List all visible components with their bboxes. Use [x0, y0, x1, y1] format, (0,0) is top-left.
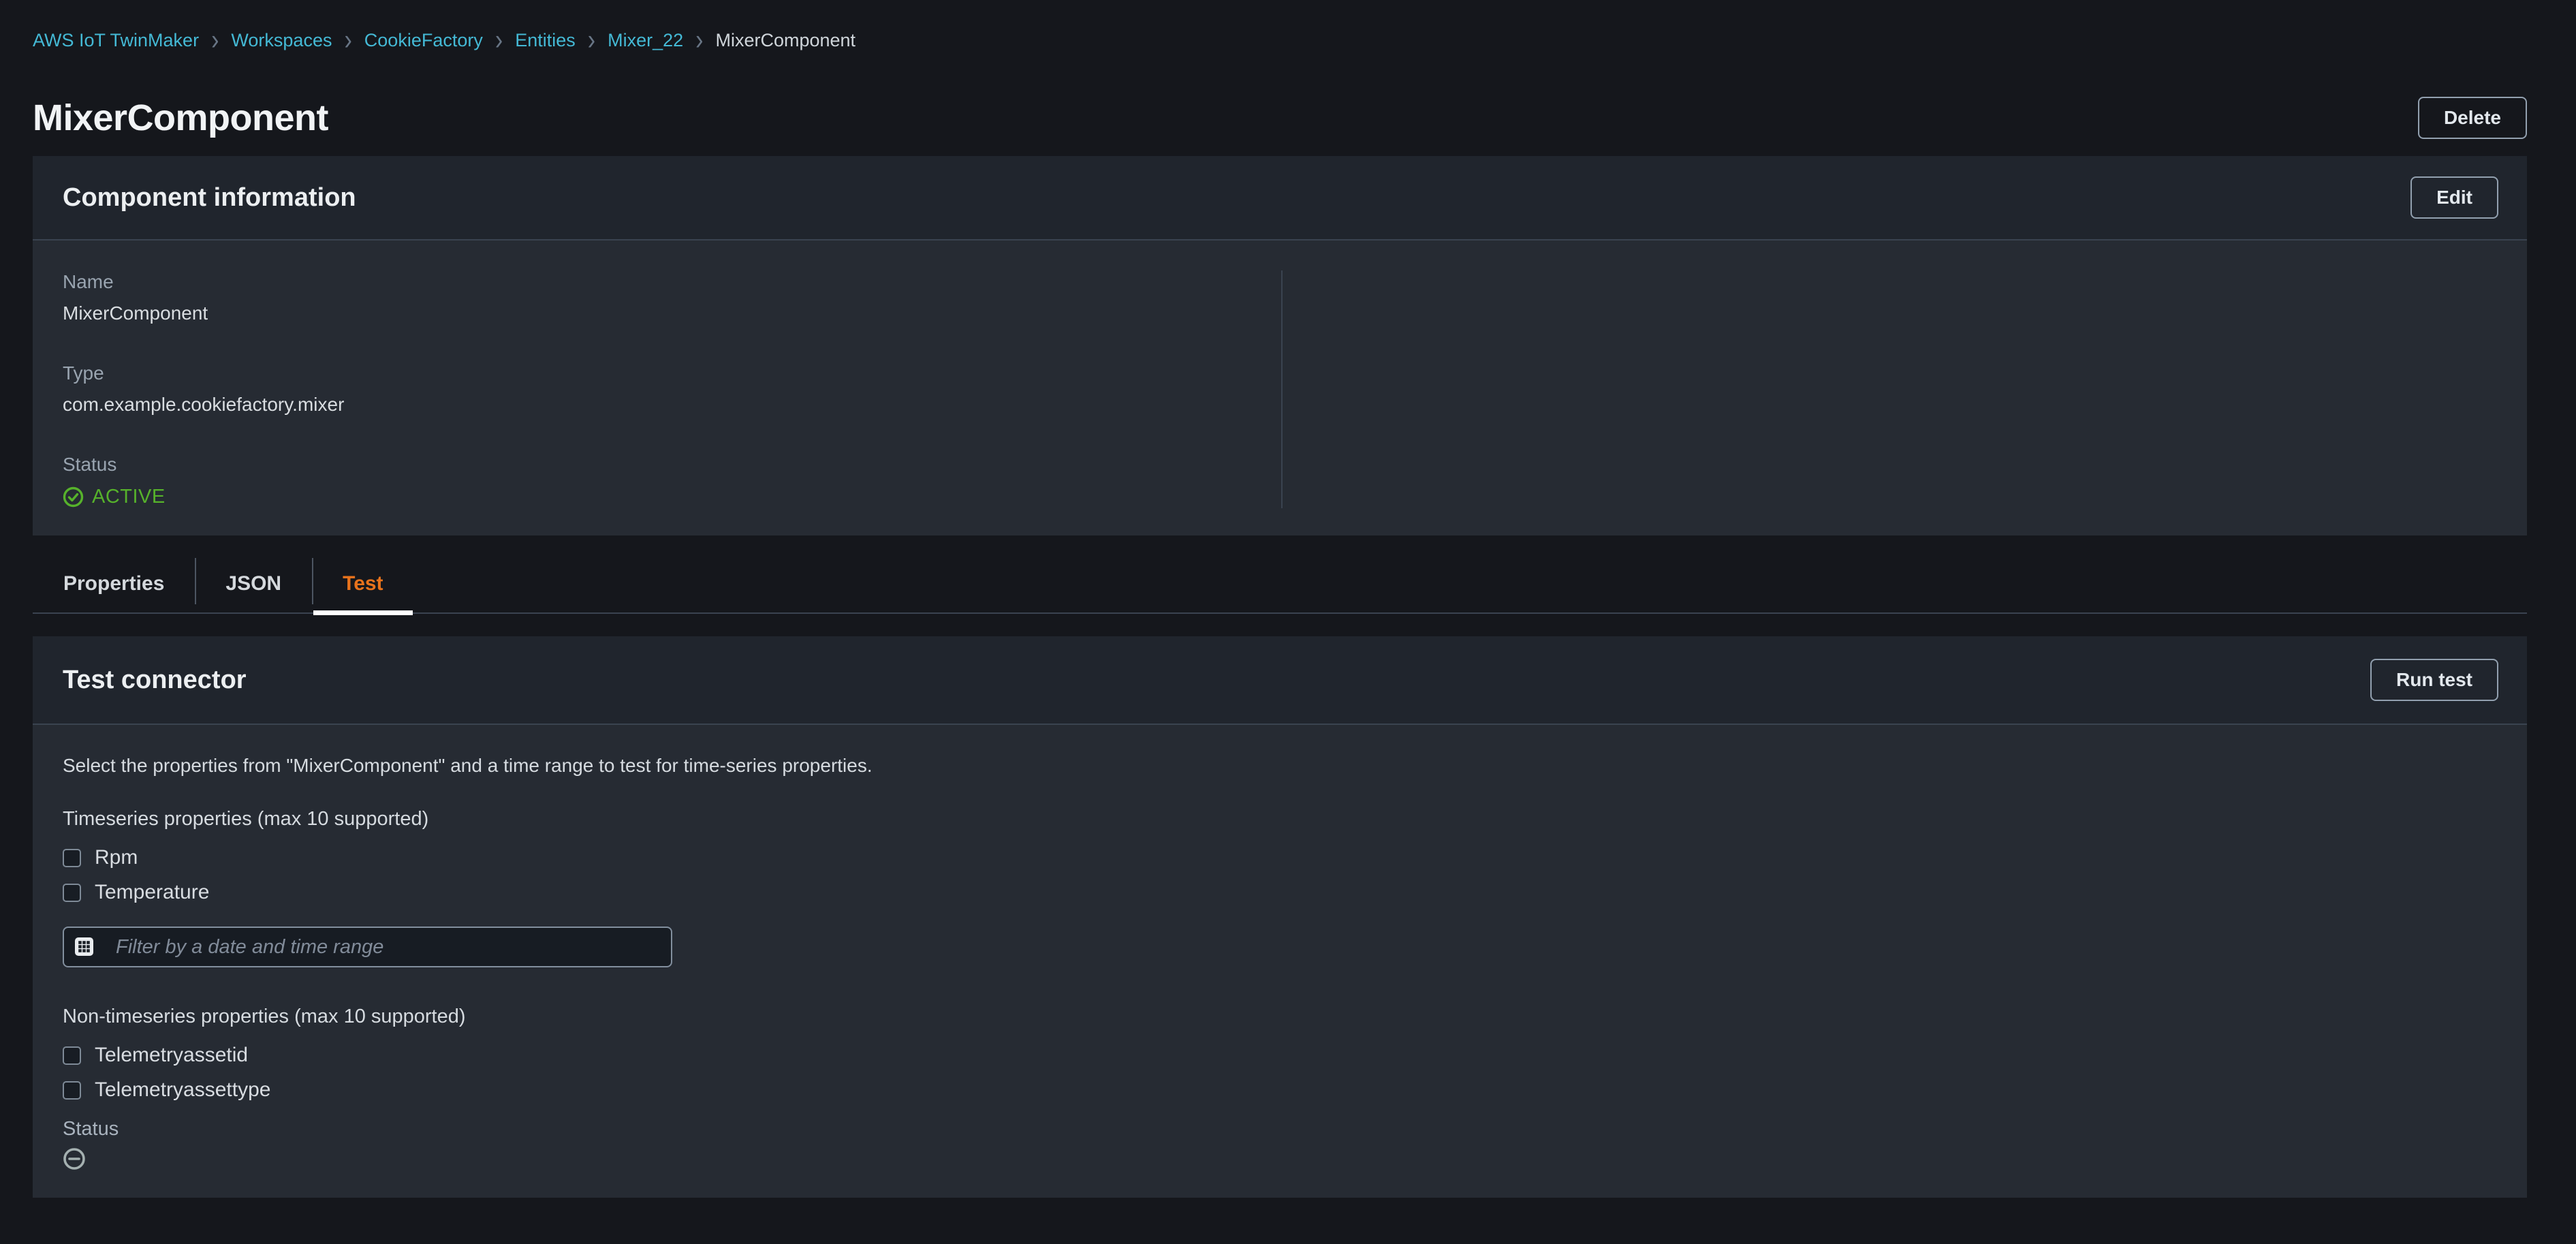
tab-json[interactable]: JSON [195, 555, 312, 612]
test-connector-description: Select the properties from "MixerCompone… [63, 755, 2497, 777]
breadcrumb-aws-iot-twinmaker[interactable]: AWS IoT TwinMaker [33, 30, 199, 51]
chevron-right-icon: › [695, 29, 703, 52]
chevron-right-icon: › [211, 29, 219, 52]
rpm-checkbox-label: Rpm [95, 846, 138, 869]
non-timeseries-properties-label: Non-timeseries properties (max 10 suppor… [63, 1006, 2497, 1027]
tab-test[interactable]: Test [312, 555, 413, 612]
component-information-panel: Component information Edit Name MixerCom… [33, 156, 2527, 535]
timeseries-properties-label: Timeseries properties (max 10 supported) [63, 808, 2497, 830]
test-connector-header: Test connector Run test [33, 636, 2527, 725]
breadcrumb-current: MixerComponent [715, 30, 855, 51]
temperature-checkbox[interactable] [63, 884, 81, 902]
check-circle-icon [63, 486, 84, 508]
minus-circle-icon [63, 1147, 2497, 1170]
name-field: Name MixerComponent [63, 270, 1281, 325]
checkbox-row-telemetryassettype: Telemetryassettype [63, 1078, 2497, 1102]
tabs-bar: Properties JSON Test [33, 555, 2527, 614]
type-field: Type com.example.cookiefactory.mixer [63, 362, 1281, 416]
component-information-body: Name MixerComponent Type com.example.coo… [33, 240, 2527, 535]
chevron-right-icon: › [495, 29, 503, 52]
checkbox-row-temperature: Temperature [63, 881, 2497, 904]
component-info-column: Name MixerComponent Type com.example.coo… [63, 270, 1281, 508]
delete-button[interactable]: Delete [2418, 97, 2527, 139]
type-value: com.example.cookiefactory.mixer [63, 393, 1281, 416]
tab-properties[interactable]: Properties [33, 555, 195, 612]
test-connector-heading: Test connector [63, 666, 247, 695]
telemetryassettype-checkbox[interactable] [63, 1081, 81, 1100]
run-test-button[interactable]: Run test [2370, 659, 2498, 701]
breadcrumb: AWS IoT TwinMaker › Workspaces › CookieF… [33, 0, 2527, 51]
temperature-checkbox-label: Temperature [95, 881, 209, 904]
name-value: MixerComponent [63, 302, 1281, 325]
page: AWS IoT TwinMaker › Workspaces › CookieF… [0, 0, 2576, 1244]
page-title: MixerComponent [33, 93, 328, 142]
telemetryassetid-checkbox-label: Telemetryassetid [95, 1044, 248, 1067]
date-time-range-filter [63, 927, 672, 967]
status-field: Status ACTIVE [63, 453, 1281, 508]
type-label: Type [63, 362, 1281, 385]
breadcrumb-workspaces[interactable]: Workspaces [231, 30, 332, 51]
checkbox-row-telemetryassetid: Telemetryassetid [63, 1044, 2497, 1067]
test-status-label: Status [63, 1118, 2497, 1140]
rpm-checkbox[interactable] [63, 849, 81, 867]
status-label: Status [63, 453, 1281, 476]
breadcrumb-entities[interactable]: Entities [515, 30, 576, 51]
breadcrumb-cookiefactory[interactable]: CookieFactory [364, 30, 483, 51]
status-badge: ACTIVE [92, 486, 166, 508]
checkbox-row-rpm: Rpm [63, 846, 2497, 869]
chevron-right-icon: › [344, 29, 351, 52]
component-information-heading: Component information [63, 183, 356, 213]
name-label: Name [63, 270, 1281, 294]
component-information-header: Component information Edit [33, 156, 2527, 240]
test-connector-panel: Test connector Run test Select the prope… [33, 636, 2527, 1198]
date-time-range-input[interactable] [63, 927, 672, 967]
edit-button[interactable]: Edit [2410, 176, 2498, 219]
title-row: MixerComponent Delete [33, 93, 2527, 142]
telemetryassetid-checkbox[interactable] [63, 1046, 81, 1065]
component-info-column-divider [1281, 270, 2497, 508]
test-connector-body: Select the properties from "MixerCompone… [33, 725, 2527, 1198]
telemetryassettype-checkbox-label: Telemetryassettype [95, 1078, 270, 1102]
breadcrumb-mixer-22[interactable]: Mixer_22 [608, 30, 683, 51]
chevron-right-icon: › [588, 29, 595, 52]
